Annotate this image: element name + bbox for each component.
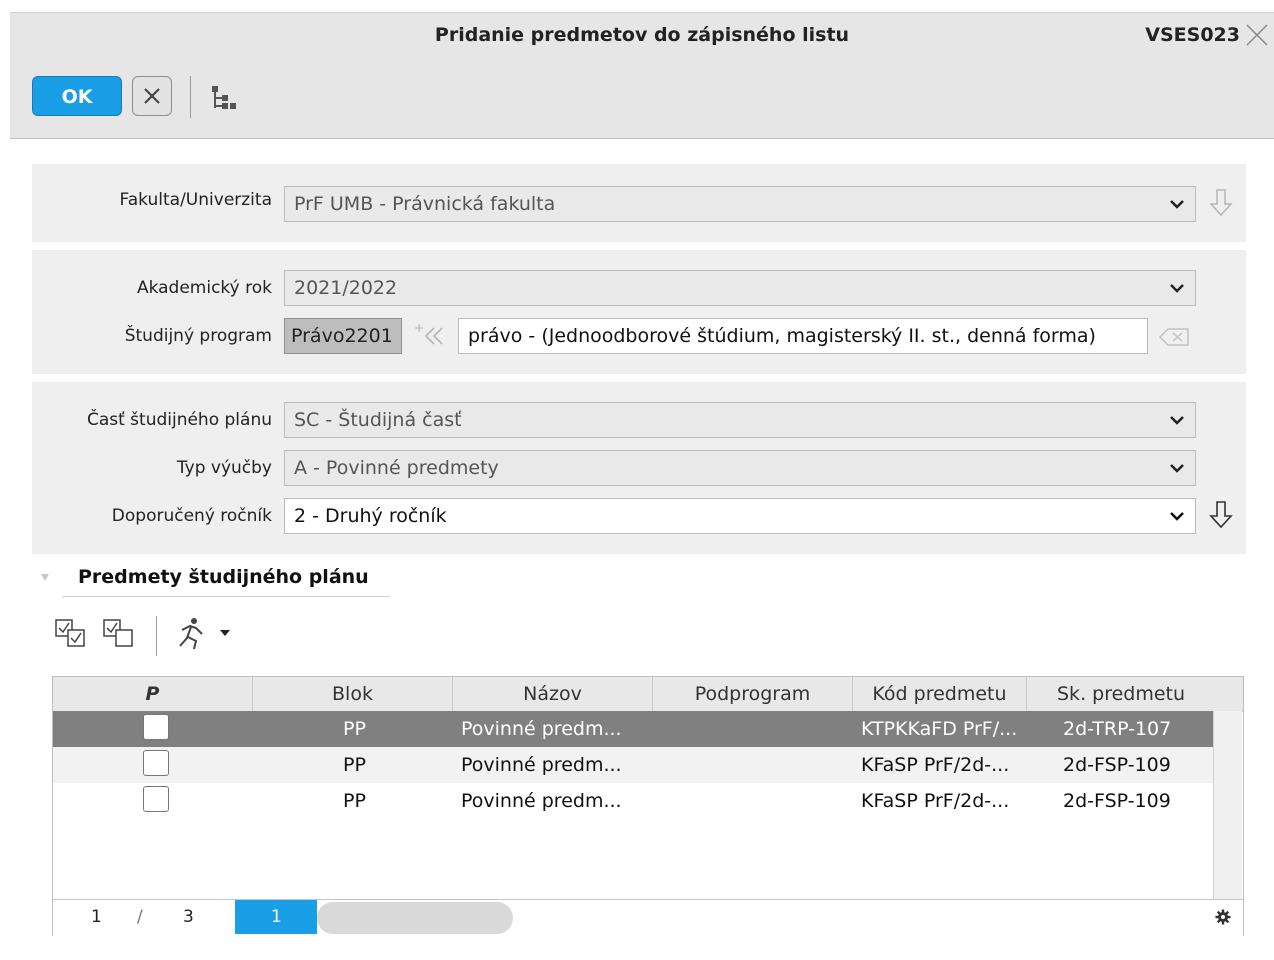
column-header[interactable]: Kód predmetu [853, 677, 1027, 711]
cell-kod: KTPKKaFD PrF/... [861, 718, 1018, 740]
academic-year-label: Akademický rok [136, 278, 272, 298]
teaching-type-label: Typ výučby [176, 458, 272, 478]
chevron-down-icon [1170, 200, 1184, 209]
window-titlebar: Pridanie predmetov do zápisného listu VS… [10, 12, 1274, 59]
table-header: P Blok Názov Podprogram Kód predmetu Sk.… [53, 677, 1243, 712]
pager-current: 1 [91, 907, 102, 927]
table-row[interactable]: PP Povinné predm... KTPKKaFD PrF/... 2d-… [53, 711, 1213, 747]
study-program-label: Študijný program [124, 326, 272, 346]
window-title: Pridanie predmetov do zápisného listu [434, 24, 850, 46]
plan-part-value: SC - Študijná časť [294, 409, 462, 431]
faculty-panel: Fakulta/Univerzita PrF UMB - Právnická f… [32, 164, 1246, 242]
page-button[interactable]: 1 [235, 900, 317, 934]
gear-icon[interactable] [1215, 909, 1231, 925]
cell-nazov: Povinné predm... [461, 718, 622, 740]
add-to-field-icon[interactable]: + [412, 320, 454, 352]
dialog-toolbar: OK [10, 58, 1274, 139]
cell-blok: PP [343, 790, 366, 812]
plan-part-select[interactable]: SC - Študijná časť [284, 402, 1196, 438]
section-divider [62, 596, 390, 597]
cell-sk: 2d-FSP-109 [1063, 754, 1171, 776]
window-code: VSES023 [1145, 24, 1240, 46]
cell-nazov: Povinné predm... [461, 754, 622, 776]
table-footer: 1 / 3 1 [53, 899, 1243, 936]
close-icon [144, 88, 160, 104]
select-all-icon[interactable] [54, 616, 88, 650]
program-panel: Akademický rok 2021/2022 Študijný progra… [32, 250, 1246, 374]
teaching-type-value: A - Povinné predmety [294, 457, 499, 479]
academic-year-select[interactable]: 2021/2022 [284, 270, 1196, 306]
chevron-down-icon [1170, 512, 1184, 521]
plan-part-label: Časť študijného plánu [86, 410, 272, 430]
clear-field-icon[interactable] [1154, 322, 1194, 352]
faculty-value: PrF UMB - Právnická fakulta [294, 193, 556, 215]
recommended-year-value: 2 - Druhý ročník [294, 505, 447, 527]
cell-kod: KFaSP PrF/2d-... [861, 754, 1010, 776]
cell-nazov: Povinné predm... [461, 790, 622, 812]
filter-panel: Časť študijného plánu SC - Študijná časť… [32, 382, 1246, 554]
column-header[interactable]: Podprogram [653, 677, 853, 711]
cell-sk: 2d-TRP-107 [1063, 718, 1172, 740]
academic-year-value: 2021/2022 [294, 277, 398, 299]
chevron-down-icon [1170, 284, 1184, 293]
column-header[interactable]: P [53, 677, 253, 711]
section-title: Predmety študijného plánu [78, 566, 369, 588]
pager-total: 3 [183, 907, 194, 927]
cell-blok: PP [343, 718, 366, 740]
faculty-label: Fakulta/Univerzita [119, 190, 272, 210]
study-program-name-field[interactable]: právo - (Jednoodborové štúdium, magister… [458, 318, 1148, 354]
actions-menu-icon[interactable] [174, 616, 232, 652]
table-row[interactable]: PP Povinné predm... KFaSP PrF/2d-... 2d-… [53, 747, 1213, 783]
svg-text:+: + [414, 321, 424, 335]
tools-divider [156, 616, 157, 656]
column-header[interactable]: Blok [253, 677, 453, 711]
row-checkbox[interactable] [143, 750, 169, 776]
arrow-down-icon[interactable] [1208, 188, 1234, 218]
column-header[interactable]: Sk. predmetu [1027, 677, 1215, 711]
chevron-down-icon [1170, 416, 1184, 425]
chevron-down-icon [1170, 464, 1184, 473]
toolbar-divider [190, 76, 191, 118]
ok-button[interactable]: OK [32, 76, 122, 116]
pager-separator: / [137, 907, 143, 927]
horizontal-scrollbar[interactable] [317, 902, 513, 934]
row-checkbox[interactable] [143, 714, 169, 740]
recommended-year-label: Doporučený ročník [111, 506, 272, 526]
row-checkbox[interactable] [143, 786, 169, 812]
subjects-table: P Blok Názov Podprogram Kód predmetu Sk.… [52, 676, 1244, 936]
study-program-code-field[interactable]: Právo2201 [284, 318, 402, 354]
teaching-type-select[interactable]: A - Povinné predmety [284, 450, 1196, 486]
cell-sk: 2d-FSP-109 [1063, 790, 1171, 812]
column-header[interactable]: Názov [453, 677, 653, 711]
cell-blok: PP [343, 754, 366, 776]
hierarchy-icon[interactable] [208, 84, 242, 112]
close-window-icon[interactable] [1244, 21, 1270, 49]
cell-kod: KFaSP PrF/2d-... [861, 790, 1010, 812]
deselect-all-icon[interactable] [102, 616, 136, 650]
cancel-button[interactable] [132, 76, 172, 116]
table-row[interactable]: PP Povinné predm... KFaSP PrF/2d-... 2d-… [53, 783, 1213, 819]
faculty-select[interactable]: PrF UMB - Právnická fakulta [284, 186, 1196, 222]
arrow-down-icon[interactable] [1208, 500, 1234, 530]
recommended-year-select[interactable]: 2 - Druhý ročník [284, 498, 1196, 534]
collapse-triangle-icon[interactable] [40, 572, 50, 582]
vertical-scrollbar[interactable] [1213, 711, 1242, 899]
